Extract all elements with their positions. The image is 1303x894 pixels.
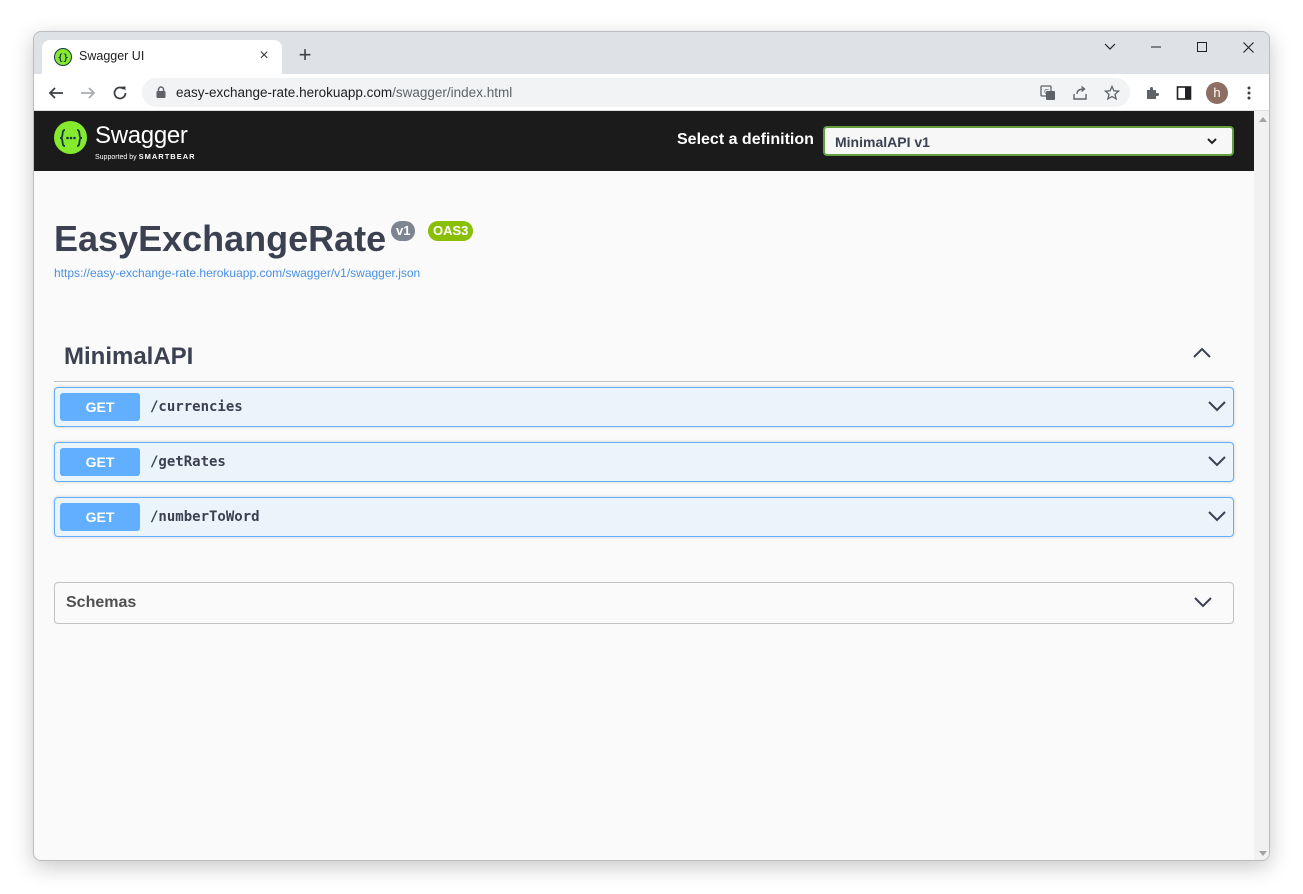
operation-get-currencies[interactable]: GET /currencies bbox=[54, 387, 1234, 427]
minimize-icon[interactable] bbox=[1133, 32, 1179, 62]
method-badge: GET bbox=[60, 448, 140, 476]
close-window-icon[interactable] bbox=[1225, 32, 1269, 62]
maximize-icon[interactable] bbox=[1179, 32, 1225, 62]
select-definition-label: Select a definition bbox=[677, 131, 814, 148]
tag-section-header[interactable]: MinimalAPI bbox=[54, 331, 1234, 382]
url-text: easy-exchange-rate.herokuapp.com/swagger… bbox=[176, 85, 512, 100]
oas-badge: OAS3 bbox=[428, 221, 474, 241]
operation-path: /numberToWord bbox=[150, 509, 260, 525]
page-scrollbar[interactable] bbox=[1254, 111, 1269, 860]
lock-icon bbox=[156, 86, 166, 98]
profile-avatar[interactable]: h bbox=[1206, 82, 1228, 104]
version-badge: v1 bbox=[391, 221, 416, 241]
page-content: Swagger Supported by SMARTBEAR Select a … bbox=[34, 111, 1254, 860]
operation-path: /currencies bbox=[150, 399, 243, 415]
reload-icon[interactable] bbox=[107, 80, 133, 106]
svg-text:{}: {} bbox=[58, 54, 69, 64]
definition-select[interactable]: MinimalAPI v1 bbox=[823, 126, 1234, 156]
swagger-topbar: Swagger Supported by SMARTBEAR Select a … bbox=[34, 111, 1254, 171]
translate-icon[interactable]: G bbox=[1039, 84, 1057, 102]
api-title: EasyExchangeRate bbox=[54, 218, 387, 259]
chevron-up-icon[interactable] bbox=[1192, 346, 1212, 360]
menu-kebab-icon[interactable] bbox=[1238, 82, 1260, 104]
tag-name: MinimalAPI bbox=[64, 343, 194, 370]
extensions-icon[interactable] bbox=[1141, 82, 1163, 104]
spec-url-link[interactable]: https://easy-exchange-rate.herokuapp.com… bbox=[54, 266, 420, 280]
operation-get-getrates[interactable]: GET /getRates bbox=[54, 442, 1234, 482]
scroll-up-icon[interactable] bbox=[1259, 117, 1267, 122]
tab-swagger-ui[interactable]: {} Swagger UI × bbox=[42, 40, 282, 74]
swagger-favicon-icon: {} bbox=[54, 48, 72, 66]
url-host: easy-exchange-rate.herokuapp.com bbox=[176, 85, 393, 100]
swagger-logo-sub: Supported by SMARTBEAR bbox=[95, 152, 196, 161]
scroll-down-icon[interactable] bbox=[1259, 851, 1267, 856]
url-path: /swagger/index.html bbox=[392, 85, 513, 100]
chevron-down-icon bbox=[1208, 456, 1226, 467]
new-tab-button[interactable]: + bbox=[293, 43, 317, 67]
operation-path: /getRates bbox=[150, 454, 226, 470]
sub-brand: SMARTBEAR bbox=[138, 152, 196, 161]
swagger-logo-word: Swagger bbox=[95, 122, 188, 149]
swagger-logo-icon[interactable] bbox=[54, 121, 87, 154]
svg-text:G: G bbox=[1044, 88, 1049, 96]
back-icon[interactable] bbox=[43, 80, 69, 106]
address-bar[interactable]: easy-exchange-rate.herokuapp.com/swagger… bbox=[142, 78, 1130, 107]
schemas-title: Schemas bbox=[66, 594, 137, 611]
sub-prefix: Supported by bbox=[95, 154, 137, 161]
operation-get-numbertoword[interactable]: GET /numberToWord bbox=[54, 497, 1234, 537]
tab-close-icon[interactable]: × bbox=[254, 46, 274, 66]
method-badge: GET bbox=[60, 393, 140, 421]
forward-icon[interactable] bbox=[75, 80, 101, 106]
side-panel-icon[interactable] bbox=[1173, 82, 1195, 104]
share-icon[interactable] bbox=[1071, 84, 1089, 102]
browser-window: {} Swagger UI × + easy-exchange-rate.her… bbox=[33, 31, 1270, 861]
bookmark-star-icon[interactable] bbox=[1103, 84, 1121, 102]
chevron-down-icon bbox=[1208, 511, 1226, 522]
method-badge: GET bbox=[60, 503, 140, 531]
chevron-down-icon bbox=[1208, 401, 1226, 412]
schemas-section[interactable]: Schemas bbox=[54, 582, 1234, 624]
tab-title: Swagger UI bbox=[79, 49, 145, 63]
tab-search-icon[interactable] bbox=[1087, 32, 1133, 62]
chevron-down-icon bbox=[1207, 138, 1217, 145]
tab-strip: {} Swagger UI × + bbox=[34, 32, 1269, 74]
browser-toolbar: easy-exchange-rate.herokuapp.com/swagger… bbox=[34, 74, 1269, 111]
definition-select-value: MinimalAPI v1 bbox=[835, 134, 930, 150]
chevron-down-icon bbox=[1194, 597, 1212, 608]
